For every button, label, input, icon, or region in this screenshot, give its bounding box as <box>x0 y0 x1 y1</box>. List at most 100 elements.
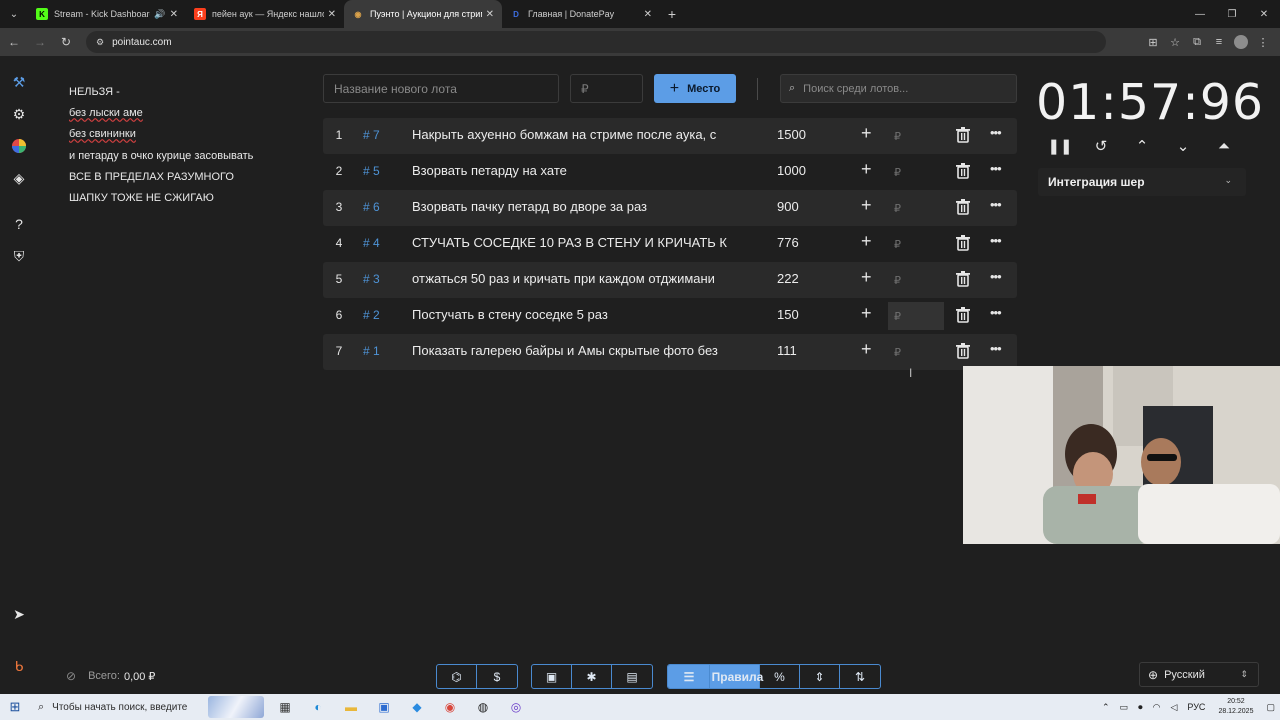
help-icon[interactable]: ? <box>9 214 29 234</box>
chrome-icon[interactable]: ◉ <box>438 696 462 718</box>
lot-amount[interactable]: 111 <box>777 343 797 358</box>
shield-icon[interactable]: ⛨ <box>9 246 29 266</box>
wheel-icon[interactable] <box>9 136 29 156</box>
add-amount-plus-icon[interactable]: + <box>861 123 872 144</box>
lot-name[interactable]: Постучать в стену соседке 5 раз <box>412 307 747 322</box>
github-icon[interactable]: ⌬ <box>437 665 477 688</box>
edge-icon[interactable]: ◐ <box>306 696 330 718</box>
pause-icon[interactable]: ❚❚ <box>1047 136 1072 156</box>
donate-dollar-icon[interactable]: $ <box>477 665 517 688</box>
reload-icon[interactable]: ↻ <box>54 30 78 54</box>
settings-gear-icon[interactable]: ⚙ <box>9 104 29 124</box>
lot-amount[interactable]: 776 <box>777 235 799 250</box>
language-select[interactable]: ⊕ Русский ⇕ <box>1139 662 1259 687</box>
save-icon[interactable]: ▣ <box>532 665 572 688</box>
input-language[interactable]: РУС <box>1187 702 1205 712</box>
file-explorer-icon[interactable]: ▬ <box>339 696 363 718</box>
double-add-time-icon[interactable]: ⏶ <box>1213 136 1235 156</box>
taskbar-search[interactable]: ⌕ Чтобы начать поиск, введите <box>30 696 206 718</box>
lot-amount[interactable]: 1500 <box>777 127 806 142</box>
notifications-icon[interactable]: ▢ <box>1266 702 1275 713</box>
tab-donatepay[interactable]: D Главная | DonatePay ✕ <box>502 0 660 28</box>
tab-pointauc[interactable]: ◉ Пуэнто | Аукцион для стриме ✕ <box>344 0 502 28</box>
telegram-icon[interactable]: ➤ <box>9 604 29 624</box>
obs-icon[interactable]: ◍ <box>471 696 495 718</box>
lot-amount[interactable]: 900 <box>777 199 799 214</box>
tab-close-icon[interactable]: ✕ <box>644 9 652 20</box>
search-highlight-image[interactable] <box>208 696 264 718</box>
wifi-icon[interactable]: ◠ <box>1153 702 1161 713</box>
more-options-icon[interactable]: ••• <box>990 197 1002 212</box>
auction-hammer-icon[interactable]: ⚒ <box>9 72 29 92</box>
tab-search-chevron-icon[interactable]: ⌄ <box>0 0 28 28</box>
reset-timer-icon[interactable]: ↺ <box>1090 136 1112 156</box>
more-options-icon[interactable]: ••• <box>990 233 1002 248</box>
add-amount-plus-icon[interactable]: + <box>861 339 872 360</box>
rules-button[interactable]: ☰ Правила <box>668 665 763 688</box>
add-amount-plus-icon[interactable]: + <box>861 231 872 252</box>
add-amount-plus-icon[interactable]: + <box>861 267 872 288</box>
tab-yandex[interactable]: Я пейен аук — Яндекс нашлось ✕ <box>186 0 344 28</box>
trash-icon[interactable] <box>956 307 970 323</box>
trash-icon[interactable] <box>956 271 970 287</box>
more-options-icon[interactable]: ••• <box>990 269 1002 284</box>
subtract-time-chevron-down-icon[interactable]: ⌄ <box>1172 136 1194 156</box>
lot-bid-input[interactable]: ₽ <box>888 194 944 222</box>
lot-bid-input[interactable]: ₽ <box>888 266 944 294</box>
network-icon[interactable]: ▭ <box>1120 702 1129 713</box>
trash-icon[interactable] <box>956 343 970 359</box>
add-place-button[interactable]: + Место <box>654 74 736 103</box>
more-options-icon[interactable]: ••• <box>990 305 1002 320</box>
taskbar-clock[interactable]: 20:52 28.12.2025 <box>1218 697 1253 717</box>
lot-bid-input[interactable]: ₽ <box>888 122 944 150</box>
back-icon[interactable]: ← <box>2 30 26 54</box>
sort-icon[interactable]: ⇅ <box>840 665 880 688</box>
bookmark-star-icon[interactable]: ☆ <box>1164 36 1186 49</box>
tab-kick-dashboard[interactable]: K Stream - Kick Dashboard 🔊 ✕ <box>28 0 186 28</box>
lot-name[interactable]: Накрыть ахуенно бомжам на стриме после а… <box>412 127 747 142</box>
minimize-icon[interactable]: — <box>1184 0 1216 28</box>
tab-audio-icon[interactable]: 🔊 <box>154 9 165 20</box>
new-tab-button[interactable]: + <box>660 6 684 22</box>
lot-bid-input[interactable]: ₽ <box>888 158 944 186</box>
profile-avatar[interactable] <box>1234 35 1248 49</box>
more-options-icon[interactable]: ••• <box>990 125 1002 140</box>
lot-bid-input[interactable]: ₽ <box>888 302 944 330</box>
tab-close-icon[interactable]: ✕ <box>328 9 336 20</box>
trash-icon[interactable] <box>956 199 970 215</box>
lot-amount[interactable]: 150 <box>777 307 799 322</box>
trash-icon[interactable] <box>956 163 970 179</box>
lot-bid-input[interactable]: ₽ <box>888 230 944 258</box>
lot-name[interactable]: Взорвать пачку петард во дворе за раз <box>412 199 747 214</box>
task-view-icon[interactable]: ▦ <box>273 696 297 718</box>
add-amount-plus-icon[interactable]: + <box>861 159 872 180</box>
extensions-icon[interactable]: ⧉ <box>1186 36 1208 49</box>
bug-report-icon[interactable]: ✱ <box>572 665 612 688</box>
new-lot-name-input[interactable]: Название нового лота <box>323 74 559 103</box>
lot-amount[interactable]: 1000 <box>777 163 806 178</box>
lot-bid-input[interactable]: ₽ <box>888 338 944 366</box>
translate-icon[interactable]: ⊞ <box>1142 36 1164 49</box>
windows-start-icon[interactable]: ⊞ <box>0 699 30 715</box>
volume-icon[interactable]: ◁ <box>1170 702 1177 713</box>
add-time-chevron-up-icon[interactable]: ⌃ <box>1131 136 1153 156</box>
tab-close-icon[interactable]: ✕ <box>170 9 178 20</box>
lot-name[interactable]: Показать галерею байры и Амы скрытые фот… <box>412 343 747 358</box>
lot-search-input[interactable]: ⌕ Поиск среди лотов... <box>780 74 1017 103</box>
add-amount-plus-icon[interactable]: + <box>861 195 872 216</box>
clear-lots-icon[interactable]: ▤ <box>612 665 652 688</box>
tray-chevron-icon[interactable]: ⌃ <box>1102 702 1110 713</box>
more-options-icon[interactable]: ••• <box>990 341 1002 356</box>
app-icon[interactable]: ◎ <box>504 696 528 718</box>
tab-close-icon[interactable]: ✕ <box>486 9 494 20</box>
compact-view-icon[interactable]: ⇕ <box>800 665 840 688</box>
percent-icon[interactable]: % <box>760 665 800 688</box>
lot-name[interactable]: СТУЧАТЬ СОСЕДКЕ 10 РАЗ В СТЕНУ И КРИЧАТЬ… <box>412 235 747 250</box>
address-bar[interactable]: ⚙ pointauc.com <box>86 31 1106 53</box>
trash-icon[interactable] <box>956 235 970 251</box>
add-amount-plus-icon[interactable]: + <box>861 303 872 324</box>
forward-icon[interactable]: → <box>28 30 52 54</box>
lot-name[interactable]: Взорвать петарду на хате <box>412 163 747 178</box>
browser-menu-icon[interactable]: ⋮ <box>1252 36 1274 49</box>
layers-icon[interactable]: ◈ <box>9 168 29 188</box>
